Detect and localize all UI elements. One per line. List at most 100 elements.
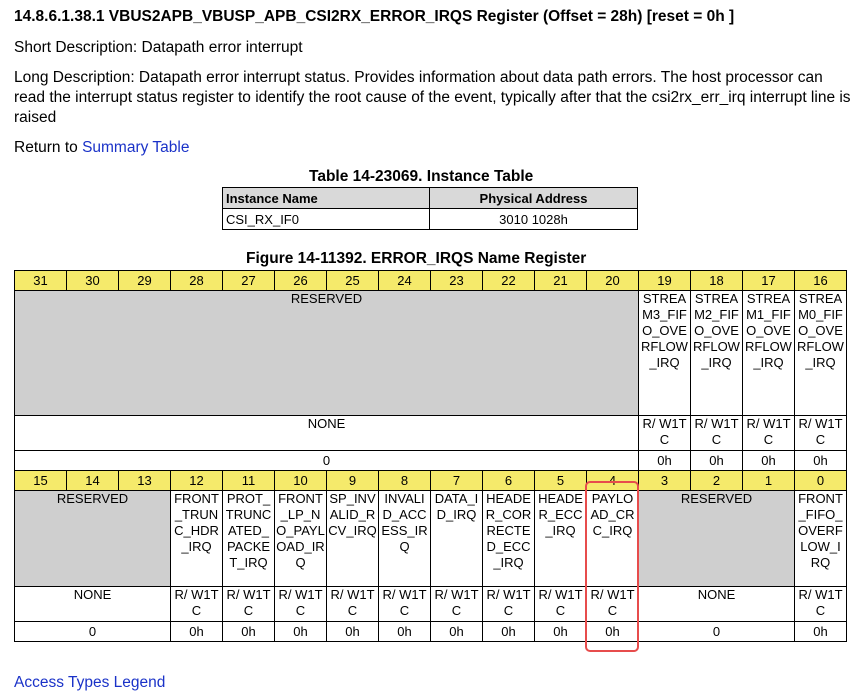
upper-field-name-row: RESERVED STREAM3_FIFO_OVERFLOW_IRQ STREAM2…	[14, 290, 847, 416]
summary-table-link[interactable]: Summary Table	[82, 139, 189, 156]
field-name: DATA_ID_IRQ	[430, 490, 483, 587]
field-access: R/ W1TC	[690, 415, 743, 451]
field-reset: 0h	[482, 621, 535, 642]
lower-bit-number-row: 15 14 13 12 11 10 9 8 7 6 5 4 3 2 1 0	[14, 470, 847, 491]
field-name: FRONT_LP_NO_PAYLOAD_IRQ	[274, 490, 327, 587]
bit-number: 8	[378, 470, 431, 491]
bit-number: 6	[482, 470, 535, 491]
field-name: FRONT_FIFO_OVERFLOW_IRQ	[794, 490, 847, 587]
bit-number: 3	[638, 470, 691, 491]
field-name: PROT_TRUNCATED_PACKET_IRQ	[222, 490, 275, 587]
field-name: INVALID_ACCESS_IRQ	[378, 490, 431, 587]
field-access: R/ W1TC	[378, 586, 431, 622]
bit-number: 7	[430, 470, 483, 491]
bit-number: 15	[14, 470, 67, 491]
instance-table: Instance Name Physical Address CSI_RX_IF…	[222, 187, 638, 230]
bit-number: 25	[326, 270, 379, 291]
field-access: R/ W1TC	[274, 586, 327, 622]
lower-access-row: NONE R/ W1TC R/ W1TC R/ W1TC R/ W1TC R/ W1TC R…	[14, 586, 847, 622]
bit-number: 10	[274, 470, 327, 491]
bit-number: 12	[170, 470, 223, 491]
bit-number: 24	[378, 270, 431, 291]
bit-number: 13	[118, 470, 171, 491]
short-description: Short Description: Datapath error interr…	[14, 39, 303, 56]
field-access: R/ W1TC	[430, 586, 483, 622]
bit-number: 26	[274, 270, 327, 291]
bit-number: 21	[534, 270, 587, 291]
field-access: R/ W1TC	[742, 415, 795, 451]
register-bit-table: 31 30 29 28 27 26 25 24 23 22 21 20 19 18 17 16 RESERVED…	[14, 270, 847, 642]
field-reset: 0h	[638, 450, 691, 471]
field-name: RESERVED	[638, 490, 795, 587]
bit-number: 20	[586, 270, 639, 291]
field-reset: 0h	[274, 621, 327, 642]
field-reset: 0h	[378, 621, 431, 642]
figure-caption: Figure 14-11392. ERROR_IRQS Name Registe…	[246, 250, 587, 267]
field-name: STREAM3_FIFO_OVERFLOW_IRQ	[638, 290, 691, 416]
bit-number: 18	[690, 270, 743, 291]
field-reset: 0	[14, 450, 639, 471]
field-access: R/ W1TC	[170, 586, 223, 622]
field-reset: 0h	[742, 450, 795, 471]
return-prefix: Return to	[14, 139, 83, 156]
instance-name-cell: CSI_RX_IF0	[222, 208, 430, 230]
field-reset: 0h	[794, 450, 847, 471]
field-access: R/ W1TC	[638, 415, 691, 451]
field-access: R/ W1TC	[326, 586, 379, 622]
upper-reset-row: 0 0h 0h 0h 0h	[14, 450, 847, 471]
bit-number: 28	[170, 270, 223, 291]
field-access: R/ W1TC	[534, 586, 587, 622]
field-reset: 0h	[794, 621, 847, 642]
field-reset: 0	[14, 621, 171, 642]
field-access: R/ W1TC	[482, 586, 535, 622]
lower-reset-row: 0 0h 0h 0h 0h 0h 0h 0h 0h 0h 0 0h	[14, 621, 847, 642]
bit-number: 31	[14, 270, 67, 291]
field-access: NONE	[14, 415, 639, 451]
bit-number: 17	[742, 270, 795, 291]
lower-field-name-row: RESERVED FRONT_TRUNC_HDR_IRQ PROT_TRUNCATE…	[14, 490, 847, 587]
field-reset: 0h	[690, 450, 743, 471]
access-types-legend-link[interactable]: Access Types Legend	[14, 673, 165, 693]
bit-number: 29	[118, 270, 171, 291]
physical-address-cell: 3010 1028h	[429, 208, 638, 230]
bit-number: 19	[638, 270, 691, 291]
field-reset: 0h	[430, 621, 483, 642]
field-reset: 0h	[222, 621, 275, 642]
field-access: NONE	[638, 586, 795, 622]
field-access: R/ W1TC	[222, 586, 275, 622]
bit-number: 22	[482, 270, 535, 291]
upper-bit-number-row: 31 30 29 28 27 26 25 24 23 22 21 20 19 18 17 16	[14, 270, 847, 291]
field-name: HEADER_CORRECTED_ECC_IRQ	[482, 490, 535, 587]
return-line: Return to Summary Table	[14, 138, 854, 158]
bit-number: 1	[742, 470, 795, 491]
bit-number: 23	[430, 270, 483, 291]
field-reset: 0	[638, 621, 795, 642]
bit-number: 2	[690, 470, 743, 491]
field-reset: 0h	[534, 621, 587, 642]
bit-number: 16	[794, 270, 847, 291]
field-name: STREAM2_FIFO_OVERFLOW_IRQ	[690, 290, 743, 416]
field-name: STREAM1_FIFO_OVERFLOW_IRQ	[742, 290, 795, 416]
field-name: FRONT_TRUNC_HDR_IRQ	[170, 490, 223, 587]
register-title: 14.8.6.1.38.1 VBUS2APB_VBUSP_APB_CSI2RX_…	[14, 8, 735, 25]
long-description: Long Description: Datapath error interru…	[14, 69, 851, 126]
bit-number: 14	[66, 470, 119, 491]
bit-number: 11	[222, 470, 275, 491]
field-reset: 0h	[326, 621, 379, 642]
bit-number: 27	[222, 270, 275, 291]
bit-number: 9	[326, 470, 379, 491]
bit-number: 30	[66, 270, 119, 291]
field-name: RESERVED	[14, 490, 171, 587]
field-reset: 0h	[170, 621, 223, 642]
field-name: RESERVED	[14, 290, 639, 416]
instance-table-caption: Table 14-23069. Instance Table	[309, 168, 534, 185]
physical-address-header: Physical Address	[429, 187, 638, 209]
bit-number: 0	[794, 470, 847, 491]
field-access: NONE	[14, 586, 171, 622]
payload-crc-highlight-box	[585, 481, 639, 652]
field-name: STREAM0_FIFO_OVERFLOW_IRQ	[794, 290, 847, 416]
field-name: SP_INVALID_RCV_IRQ	[326, 490, 379, 587]
field-access: R/ W1TC	[794, 586, 847, 622]
field-name: HEADER_ECC_IRQ	[534, 490, 587, 587]
instance-name-header: Instance Name	[222, 187, 430, 209]
